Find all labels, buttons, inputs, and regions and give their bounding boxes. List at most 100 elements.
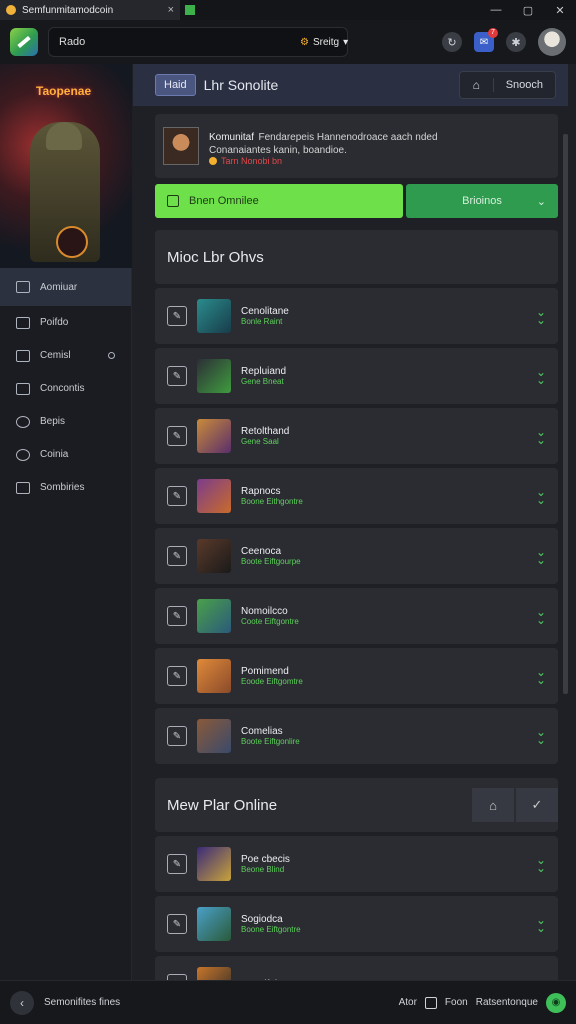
browser-tab[interactable]: Semfunmitamodcoin × <box>0 0 180 20</box>
maximize-button[interactable]: ▢ <box>512 4 544 17</box>
double-chevron-down-icon[interactable]: ⌄⌄ <box>536 606 546 626</box>
sidebar: Taopenae Aomiuar Poifdo Cemisl Concontis… <box>0 64 132 980</box>
list-item[interactable]: ✎ Cenolitane Bonle Raint ⌄ ⌄ <box>155 288 558 344</box>
tab-close-button[interactable]: × <box>168 4 174 16</box>
primary-action-button[interactable]: Bnen Omnilee <box>155 184 403 218</box>
sidebar-item-concontis[interactable]: Concontis <box>0 372 131 405</box>
edit-icon[interactable]: ✎ <box>167 426 187 446</box>
list-item[interactable]: ✎ Pomimend Eoode Eiftgomtre ⌄ ⌄ <box>155 648 558 704</box>
sidebar-item-aomiuar[interactable]: Aomiuar <box>0 268 131 306</box>
extension-tab[interactable] <box>180 0 200 20</box>
edit-icon[interactable]: ✎ <box>167 726 187 746</box>
top-icons: ↻ ✉ 7 ✱ <box>442 28 566 56</box>
sidebar-item-label: Bepis <box>40 416 66 427</box>
window-controls: — ▢ ✕ <box>480 4 576 17</box>
list-item[interactable]: ✎ Repluiand Gene Bneat ⌄ ⌄ <box>155 348 558 404</box>
player-thumbnail <box>197 359 231 393</box>
edit-icon[interactable]: ✎ <box>167 546 187 566</box>
emblem-icon <box>56 226 88 258</box>
window-icon[interactable] <box>424 996 437 1009</box>
edit-icon[interactable]: ✎ <box>167 366 187 386</box>
edit-icon[interactable]: ✎ <box>167 914 187 934</box>
settings-dot-icon <box>108 352 115 359</box>
list-item[interactable]: ✎ Ceenoca Boote Eiftgourpe ⌄ ⌄ <box>155 528 558 584</box>
edit-icon[interactable]: ✎ <box>167 306 187 326</box>
double-chevron-down-icon[interactable]: ⌄⌄ <box>536 486 546 506</box>
scrollbar[interactable] <box>563 134 568 694</box>
helmet-illustration <box>46 122 82 150</box>
header-badge[interactable]: Haid <box>155 74 196 96</box>
sidebar-item-sombiries[interactable]: Sombiries <box>0 471 131 504</box>
player-status: Boone Eiftgontre <box>241 925 301 934</box>
sidebar-nav: Aomiuar Poifdo Cemisl Concontis Bepis Co… <box>0 268 131 504</box>
settings-icon[interactable]: ✱ <box>506 32 526 52</box>
double-chevron-down-icon[interactable]: ⌄⌄ <box>536 366 546 386</box>
user-info: Komunitaf Fendarepeis Hannenodroace aach… <box>209 127 438 166</box>
browser-icon <box>6 5 16 15</box>
back-icon[interactable]: ‹ <box>10 990 34 1015</box>
list-item[interactable]: ✎ Retolthand Gene Saal ⌄ ⌄ <box>155 408 558 464</box>
double-chevron-down-icon[interactable]: ⌄⌄ <box>536 546 546 566</box>
sidebar-item-label: Aomiuar <box>40 281 78 293</box>
double-chevron-down-icon[interactable]: ⌄⌄ <box>536 666 546 686</box>
pencil-icon <box>17 35 31 49</box>
message-icon[interactable]: ✉ 7 <box>474 28 498 52</box>
refresh-icon[interactable]: ↻ <box>442 32 462 52</box>
footer-item-1[interactable]: Ator <box>399 997 417 1008</box>
edit-icon[interactable]: ✎ <box>167 486 187 506</box>
search-button[interactable]: ⌂ Snooch <box>458 71 556 99</box>
footer-right: Ator Foon Ratsentonque ◉ <box>399 992 566 1013</box>
edit-icon[interactable]: ✎ <box>167 666 187 686</box>
chart-icon <box>16 382 30 395</box>
extension-icon <box>185 5 195 15</box>
location-selector[interactable]: ⚙ Sreitg ▾ <box>300 37 348 48</box>
player-thumbnail <box>197 299 231 333</box>
player-thumbnail <box>197 599 231 633</box>
player-thumbnail <box>197 479 231 513</box>
home-icon[interactable]: ⌂ <box>472 788 514 822</box>
sidebar-item-cemisl[interactable]: Cemisl <box>0 339 131 372</box>
check-icon[interactable]: ✓ <box>516 788 558 822</box>
app-logo[interactable] <box>10 28 38 56</box>
footer-item-3[interactable]: Ratsentonque <box>476 997 538 1008</box>
player-name: Ceenoca <box>241 546 282 557</box>
section-header-1: Mioc Lbr Ohvs <box>155 230 558 284</box>
player-thumbnail <box>197 967 231 980</box>
player-name: Repluiand <box>241 366 287 377</box>
list-item[interactable]: ✎ Rapnocs Boone Eithgontre ⌄ ⌄ <box>155 468 558 524</box>
user-name: Komunitaf <box>209 131 255 143</box>
sidebar-item-bepis[interactable]: Bepis <box>0 405 131 438</box>
user-description: Conanaiantes kanin, boandioe. <box>209 144 347 156</box>
double-chevron-down-icon[interactable]: ⌄⌄ <box>536 726 546 746</box>
main-content: Haid Lhr Sonolite ⌂ Snooch Komunitaf Fen… <box>133 64 568 980</box>
avatar[interactable] <box>538 28 566 56</box>
double-chevron-down-icon[interactable]: ⌄⌄ <box>536 426 546 446</box>
search-label: Rado <box>59 36 86 48</box>
user-portrait[interactable] <box>163 127 199 165</box>
location-label: Sreitg <box>312 36 340 48</box>
sidebar-item-poifdo[interactable]: Poifdo <box>0 306 131 339</box>
chat-icon <box>16 349 30 362</box>
list-item[interactable]: ✎ Nomoilcco Coote Eiftgontre ⌄ ⌄ <box>155 588 558 644</box>
secondary-action-dropdown[interactable]: Brioinos ⌄ <box>406 184 558 218</box>
list-item[interactable]: ✎ Sogiodca Boone Eiftgontre ⌄ ⌄ <box>155 896 558 952</box>
edit-icon[interactable]: ✎ <box>167 854 187 874</box>
list-item[interactable]: ✎ Comelias Boote Eiftgonlire ⌄ ⌄ <box>155 708 558 764</box>
online-status-icon[interactable]: ◉ <box>546 992 566 1013</box>
double-chevron-down-icon[interactable]: ⌄⌄ <box>536 306 546 326</box>
list-item[interactable]: ✎ Poe cbecis Beone Blind ⌄ ⌄ <box>155 836 558 892</box>
gear-icon <box>16 415 30 428</box>
chevron-down-icon: ⌄ <box>536 195 546 208</box>
minimize-button[interactable]: — <box>480 4 512 17</box>
sidebar-item-coinia[interactable]: Coinia <box>0 438 131 471</box>
coin-icon <box>16 448 30 461</box>
close-window-button[interactable]: ✕ <box>544 4 576 17</box>
footer-item-2[interactable]: Foon <box>445 997 468 1008</box>
double-chevron-down-icon[interactable]: ⌄⌄ <box>536 914 546 934</box>
player-thumbnail <box>197 659 231 693</box>
edit-icon[interactable]: ✎ <box>167 606 187 626</box>
document-icon <box>16 316 30 329</box>
list-item[interactable]: ✎Anoaifalt⌄⌄ <box>155 956 558 980</box>
double-chevron-down-icon[interactable]: ⌄⌄ <box>536 854 546 874</box>
hero-banner[interactable]: Taopenae <box>0 64 132 268</box>
